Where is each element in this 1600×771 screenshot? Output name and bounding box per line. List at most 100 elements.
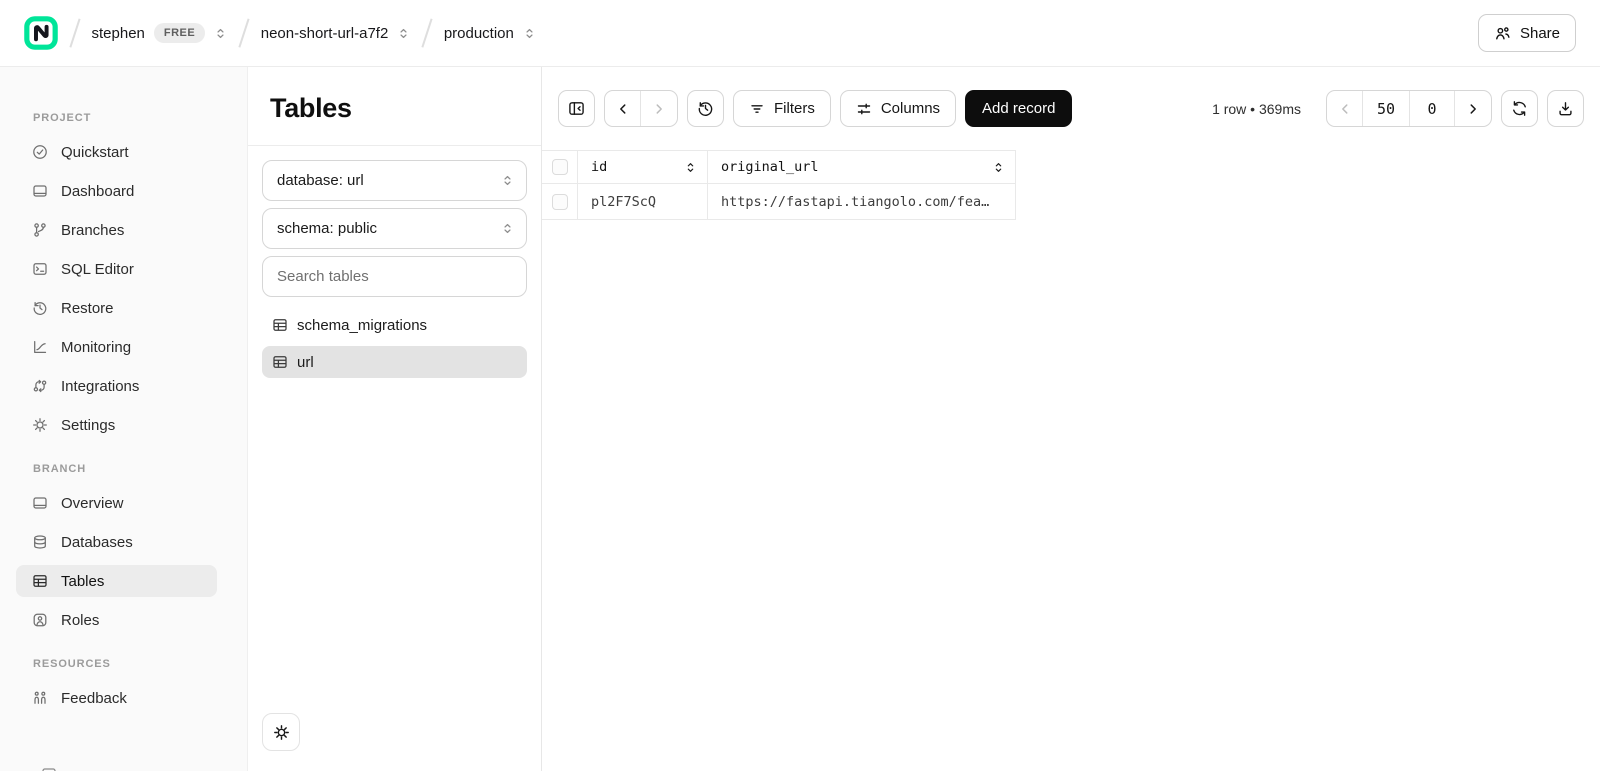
sidebar-item-roles[interactable]: Roles [16,604,217,636]
people-icon [32,690,48,706]
records-toolbar: Filters Columns Add record 1 row • 369ms [542,67,1600,127]
add-record-button-label: Add record [982,100,1055,117]
top-bar: stephen FREE neon-short-url-a7f2 product… [0,0,1600,67]
page-size-field[interactable]: 50 [1363,91,1410,126]
user-badge-icon [32,612,48,628]
project-name-label: neon-short-url-a7f2 [261,25,389,42]
filters-button[interactable]: Filters [733,90,831,127]
panel-title: Tables [270,93,519,124]
row-select-cell [542,184,578,220]
sidebar-item-dashboard[interactable]: Dashboard [16,175,217,207]
row-checkbox[interactable] [552,194,568,210]
section-title: BRANCH [33,463,247,475]
refresh-button[interactable] [1501,90,1538,127]
sort-icon[interactable] [684,161,697,174]
table-name-label: schema_migrations [297,317,427,334]
schema-select[interactable]: schema: public [262,208,527,249]
sidebar-item-label: Quickstart [61,144,129,161]
collapse-panel-icon [568,100,585,117]
sidebar: PROJECT Quickstart Dashboard Branches SQ… [0,67,248,771]
sidebar-item-label: Databases [61,534,133,551]
pagination: 50 0 [1326,90,1492,127]
chevron-updown-icon [501,222,514,235]
next-page-button[interactable] [1455,91,1491,126]
page-offset-field[interactable]: 0 [1410,91,1455,126]
sidebar-item-label: SQL Editor [61,261,134,278]
sidebar-item-label: Monitoring [61,339,131,356]
breadcrumb-separator [69,19,80,48]
columns-button-label: Columns [881,100,940,117]
breadcrumb-project[interactable]: neon-short-url-a7f2 [261,25,411,42]
columns-button[interactable]: Columns [840,90,956,127]
download-button[interactable] [1547,90,1584,127]
history-nav [604,90,678,127]
history-clock-icon [32,300,48,316]
refresh-icon [1511,100,1528,117]
git-branch-icon [32,222,48,238]
back-button[interactable] [605,91,641,126]
search-tables-input[interactable] [262,256,527,297]
chart-icon [32,339,48,355]
sliders-icon [856,101,872,117]
sidebar-section-branch: BRANCH Overview Databases Tables Roles [0,463,247,636]
gear-icon [32,417,48,433]
sort-icon[interactable] [992,161,1005,174]
cell-id[interactable]: pl2F7ScQ [578,184,708,220]
breadcrumb-branch[interactable]: production [444,25,536,42]
sidebar-item-feedback[interactable]: Feedback [16,682,217,714]
sidebar-item-integrations[interactable]: Integrations [16,370,217,402]
breadcrumb-org[interactable]: stephen FREE [92,23,228,43]
breadcrumb-separator [422,19,433,48]
sidebar-item-overview[interactable]: Overview [16,487,217,519]
select-all-checkbox[interactable] [552,159,568,175]
sidebar-item-label: Overview [61,495,124,512]
column-name-label: id [591,159,607,175]
forward-button[interactable] [641,91,677,126]
window-icon [41,766,57,771]
database-icon [32,534,48,550]
chevron-updown-icon [397,27,410,40]
sidebar-item-sql-editor[interactable]: SQL Editor [16,253,217,285]
toolbar-right-group: 1 row • 369ms 50 0 [1212,90,1584,127]
select-all-cell [542,151,578,184]
check-circle-icon [32,144,48,160]
window-icon [32,183,48,199]
integrations-icon [32,378,48,394]
sidebar-item-label: Tables [61,573,104,590]
history-clock-icon [697,100,714,117]
add-record-button[interactable]: Add record [965,90,1072,127]
cell-original-url[interactable]: https://fastapi.tiangolo.com/fea… [708,184,1016,220]
column-header-original-url[interactable]: original_url [708,151,1016,184]
share-button[interactable]: Share [1478,14,1576,52]
collapse-panel-button[interactable] [558,90,595,127]
table-list-item-schema-migrations[interactable]: schema_migrations [262,309,527,341]
share-button-label: Share [1520,25,1560,42]
sidebar-item-quickstart[interactable]: Quickstart [16,136,217,168]
column-header-id[interactable]: id [578,151,708,184]
sidebar-item-monitoring[interactable]: Monitoring [16,331,217,363]
sidebar-item-databases[interactable]: Databases [16,526,217,558]
query-history-button[interactable] [687,90,724,127]
chevron-updown-icon [501,174,514,187]
records-grid: id original_url [542,150,1016,220]
sidebar-item-tables[interactable]: Tables [16,565,217,597]
chevron-updown-icon [523,27,536,40]
tables-panel: Tables database: url schema: public [248,67,542,771]
table-icon [32,573,48,589]
filter-icon [749,101,765,117]
breadcrumb: stephen FREE neon-short-url-a7f2 product… [24,16,536,50]
sidebar-item-branches[interactable]: Branches [16,214,217,246]
org-name-label: stephen [92,25,145,42]
table-list-item-url[interactable]: url [262,346,527,378]
database-select[interactable]: database: url [262,160,527,201]
prev-page-button[interactable] [1327,91,1363,126]
sidebar-item-restore[interactable]: Restore [16,292,217,324]
sidebar-item-settings[interactable]: Settings [16,409,217,441]
sidebar-item-label: Restore [61,300,114,317]
neon-logo[interactable] [24,16,58,50]
panel-settings-button[interactable] [262,713,300,751]
table-list: schema_migrations url [248,303,541,384]
table-name-label: url [297,354,314,371]
sidebar-item-label: Settings [61,417,115,434]
download-icon [1557,100,1574,117]
